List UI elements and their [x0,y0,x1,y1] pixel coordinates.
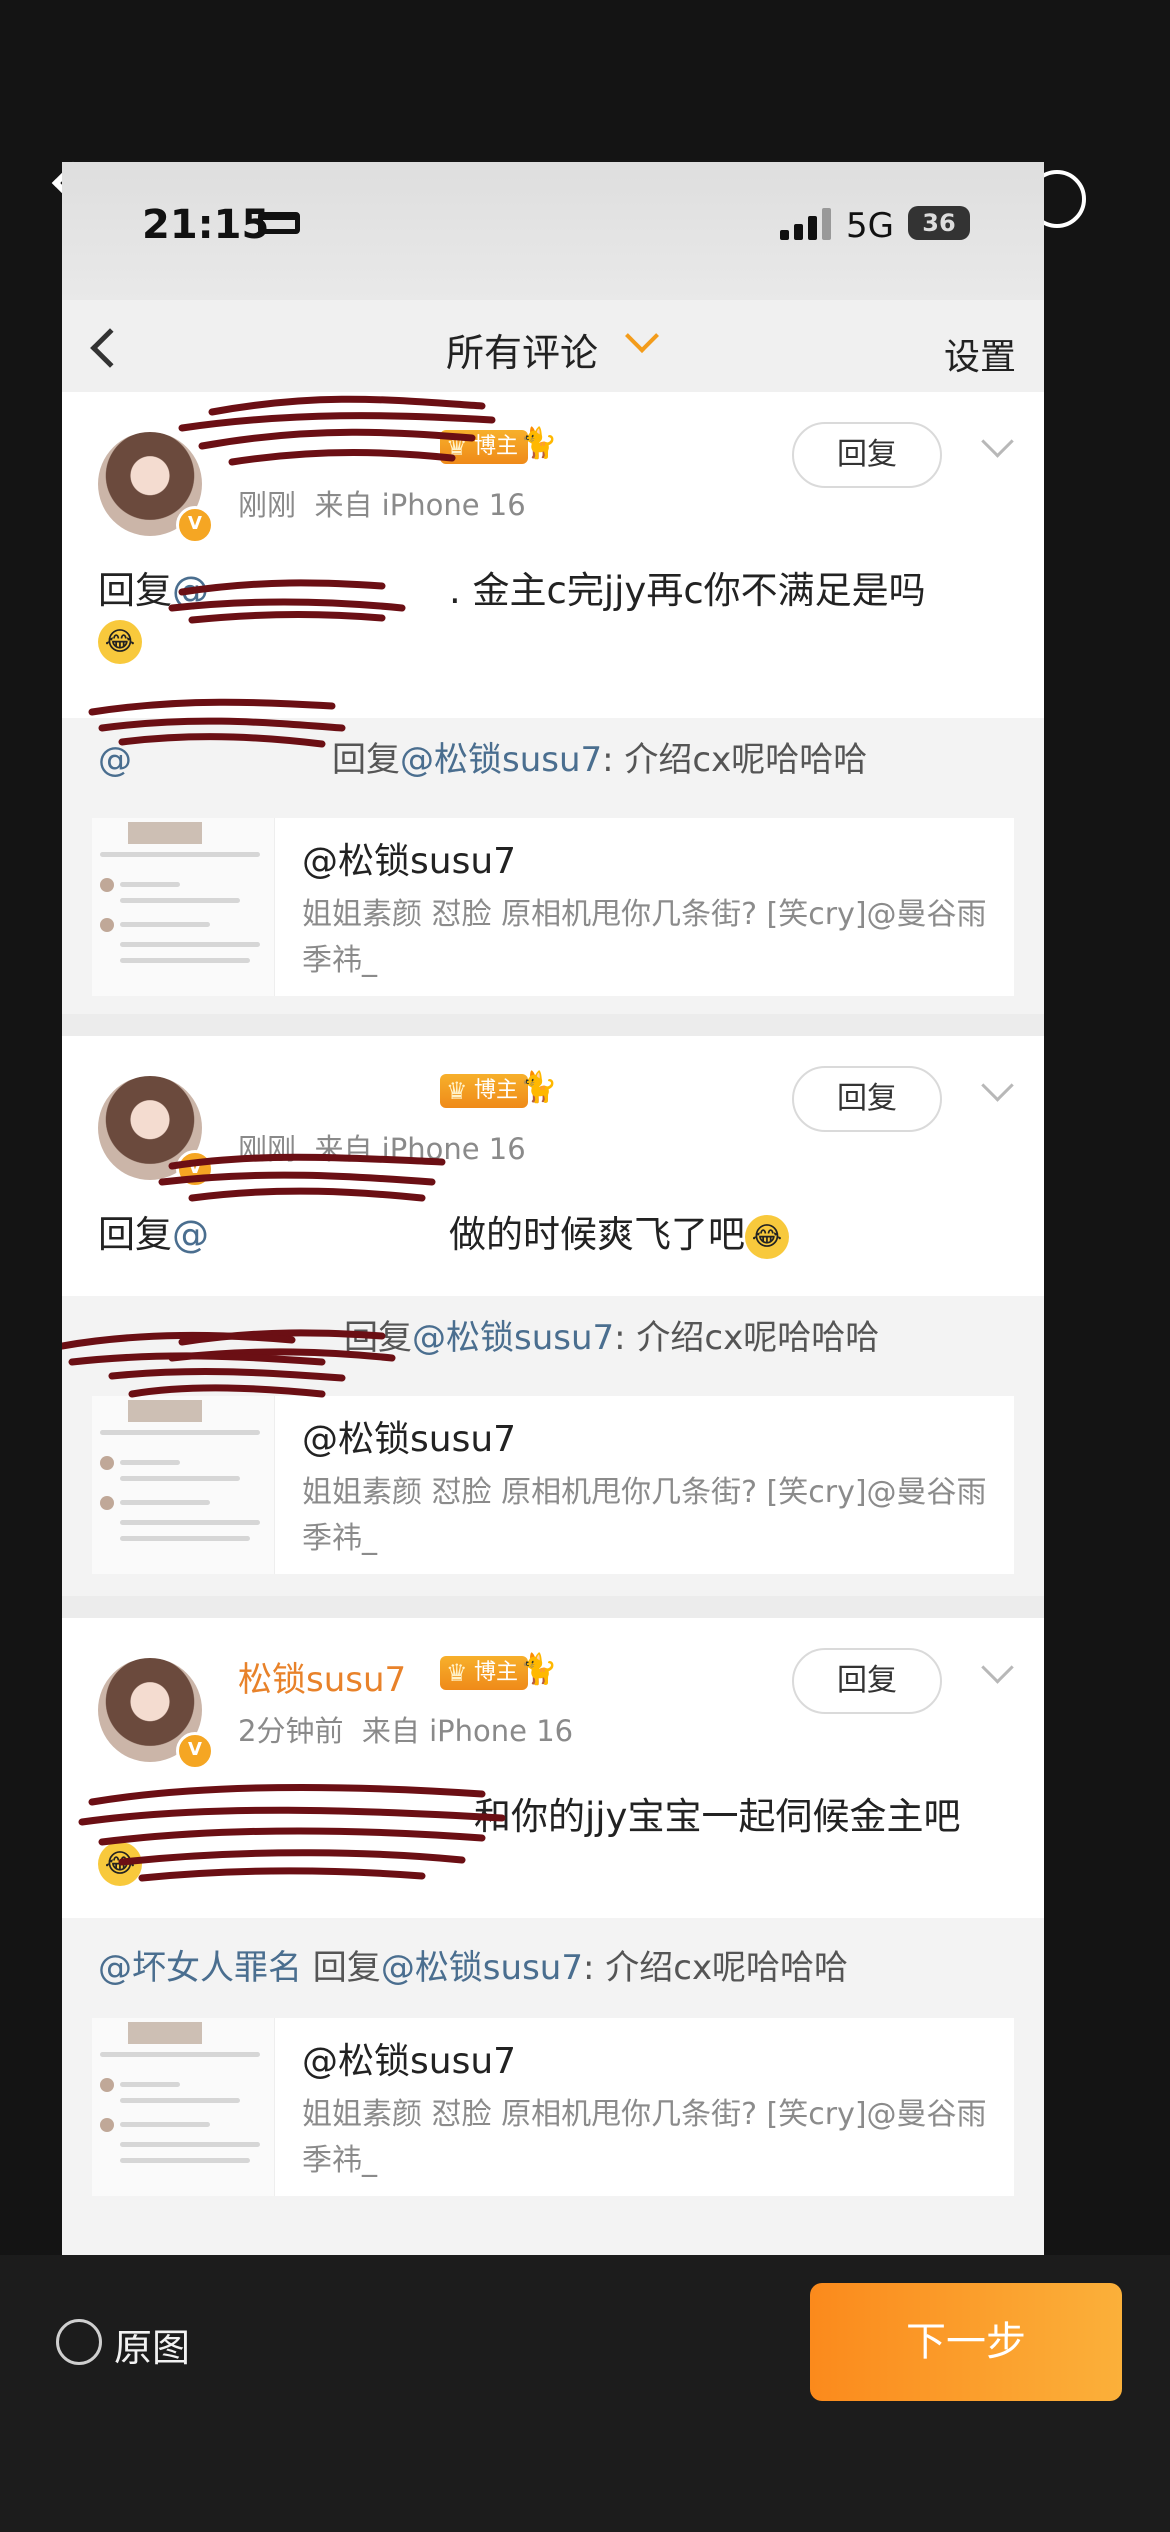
quoted-post-thumbnail [92,818,275,996]
chevron-down-icon[interactable] [981,1069,1014,1102]
quoted-post-card[interactable]: @松锁susu7 姐姐素颜 怼脸 原相机甩你几条街? [笑cry]@曼谷雨季祎_ [92,818,1014,996]
comment-time: 刚刚 来自 iPhone 16 [238,1132,526,1166]
quoted-post-text: 姐姐素颜 怼脸 原相机甩你几条街? [笑cry]@曼谷雨季祎_ [302,2097,987,2178]
blogger-badge: 博主 [440,1656,529,1690]
battery-icon: 36 [908,206,970,240]
thread-reply-text[interactable]: @坏女人罪名 回复@松锁susu7: 介绍cx呢哈哈哈 [98,1940,848,1989]
quoted-post-author: @松锁susu7 [302,1419,517,1460]
thread-reply-text[interactable]: 回复@松锁susu7: 介绍cx呢哈哈哈 [98,1310,879,1359]
reply-thread: 回复@松锁susu7: 介绍cx呢哈哈哈 @松锁susu7 姐姐素颜 怼脸 原相… [62,1296,1044,1596]
emoji-row: 😂 [98,618,142,664]
comment-time: 刚刚 来自 iPhone 16 [238,488,526,522]
chevron-down-icon[interactable] [981,425,1014,458]
quoted-post-thumbnail [92,2018,275,2196]
comment-card: V 松锁susu7 博主 🐈 2分钟前 来自 iPhone 16 回复 和你的j… [62,1618,1044,2255]
reply-button[interactable]: 回复 [792,1066,942,1132]
quoted-post-author: @松锁susu7 [302,841,517,882]
cat-icon: 🐈 [520,1652,558,1687]
laugh-cry-emoji-icon: 😂 [745,1214,789,1259]
comment-card: V 博主 🐈 刚刚 来自 iPhone 16 回复 回复@做的时候爽飞了吧😂 回… [62,1036,1044,1596]
bottom-bar: 原图 下一步 [0,2255,1170,2532]
verified-icon: V [176,1732,214,1770]
next-step-button[interactable]: 下一步 [810,2283,1122,2401]
quoted-post-text: 姐姐素颜 怼脸 原相机甩你几条街? [笑cry]@曼谷雨季祎_ [302,1475,987,1556]
quoted-post-card[interactable]: @松锁susu7 姐姐素颜 怼脸 原相机甩你几条街? [笑cry]@曼谷雨季祎_ [92,1396,1014,1574]
quoted-post-thumbnail [92,1396,275,1574]
comment-time: 2分钟前 来自 iPhone 16 [238,1714,574,1748]
divider [62,1014,1044,1036]
chevron-down-icon[interactable] [625,319,659,353]
comment-username[interactable]: 松锁susu7 [238,1652,406,1701]
comment-text[interactable]: 和你的jjy宝宝一起伺候金主吧 [98,1786,960,1840]
back-icon[interactable] [90,328,130,368]
verified-icon: V [176,1150,214,1188]
screenshot-image: 21:15 5G 36 所有评论 设置 V 博主 🐈 刚刚 来自 iPhone … [62,162,1044,2255]
verified-icon: V [176,506,214,544]
blogger-badge: 博主 [440,1074,529,1108]
sleep-mode-icon [258,212,300,234]
divider [62,1596,1044,1618]
quoted-post-card[interactable]: @松锁susu7 姐姐素颜 怼脸 原相机甩你几条街? [笑cry]@曼谷雨季祎_ [92,2018,1014,2196]
laugh-cry-emoji-icon: 😂 [98,1841,142,1886]
thread-reply-text[interactable]: @ 回复@松锁susu7: 介绍cx呢哈哈哈 [98,732,867,781]
reply-button[interactable]: 回复 [792,422,942,488]
cat-icon: 🐈 [520,1070,558,1105]
status-bar: 21:15 5G 36 [62,162,1044,300]
quoted-post-author: @松锁susu7 [302,2041,517,2082]
page-title[interactable]: 所有评论 [446,322,598,377]
comment-text[interactable]: 回复@ 做的时候爽飞了吧 😂 [98,1204,789,1259]
reply-thread: @坏女人罪名 回复@松锁susu7: 介绍cx呢哈哈哈 @松锁susu7 姐姐素… [62,1918,1044,2255]
blogger-badge: 博主 [440,430,529,464]
original-image-radio[interactable] [56,2319,102,2365]
chevron-down-icon[interactable] [981,1651,1014,1684]
comment-text[interactable]: 回复@. 金主c完jjy再c你不满足是吗 [98,560,926,614]
signal-icon [780,208,832,240]
network-label: 5G [846,206,894,246]
reply-button[interactable]: 回复 [792,1648,942,1714]
laugh-cry-emoji-icon: 😂 [98,619,142,664]
quoted-post-text: 姐姐素颜 怼脸 原相机甩你几条街? [笑cry]@曼谷雨季祎_ [302,897,987,978]
emoji-row: 😂 [98,1840,142,1886]
cat-icon: 🐈 [520,426,558,461]
nav-bar: 所有评论 设置 [62,300,1044,393]
comment-card: V 博主 🐈 刚刚 来自 iPhone 16 回复 回复@. 金主c完jjy再c… [62,392,1044,1092]
status-time: 21:15 [142,202,270,248]
original-image-label[interactable]: 原图 [114,2317,190,2372]
settings-button[interactable]: 设置 [944,328,1016,380]
